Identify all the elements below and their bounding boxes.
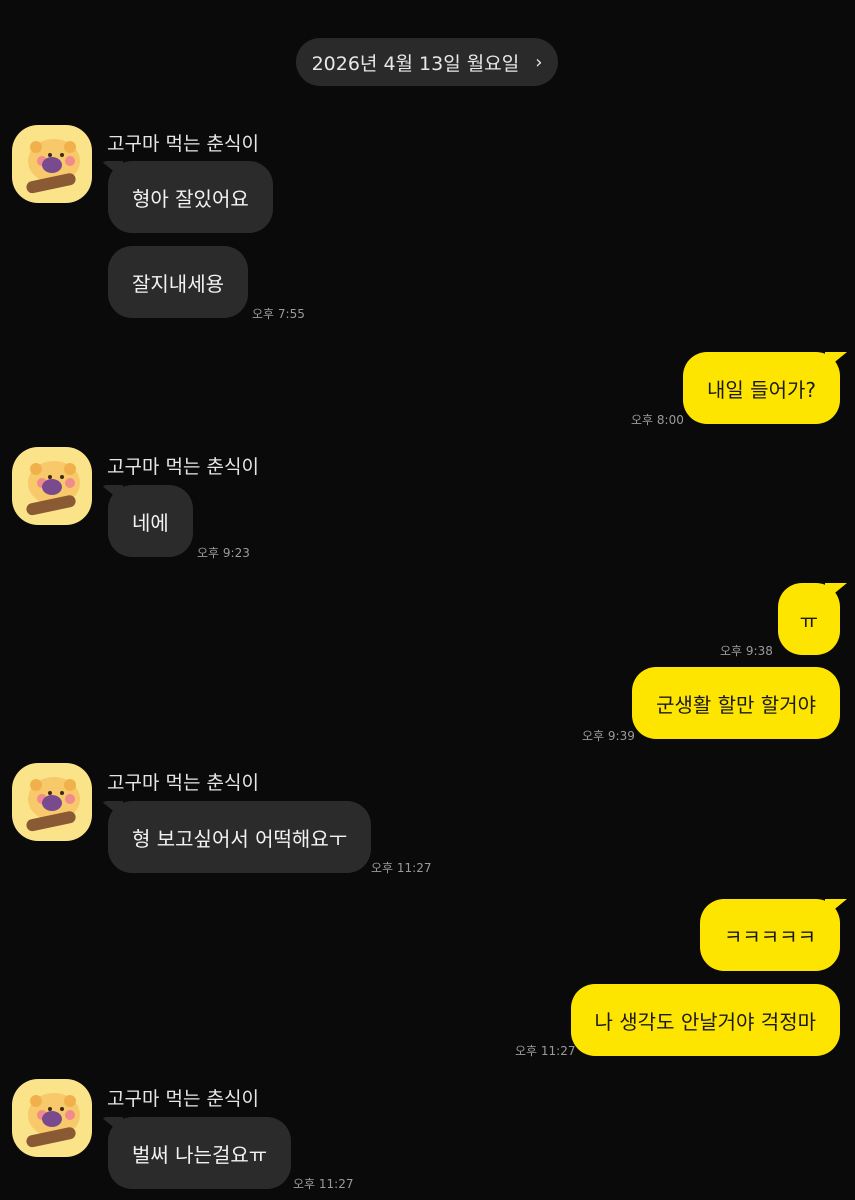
message-bubble-incoming[interactable]: 벌써 나는걸요ㅠ	[108, 1117, 292, 1189]
date-label: 2026년 4월 13일 월요일	[311, 52, 520, 75]
message-text: 네에	[132, 510, 169, 535]
message-time: 오후 7:55	[252, 307, 305, 321]
contact-name: 고구마 먹는 춘식이	[107, 1088, 259, 1110]
message-time: 오후 9:38	[720, 644, 773, 658]
contact-name: 고구마 먹는 춘식이	[107, 772, 259, 794]
chunsik-avatar-icon	[26, 1093, 80, 1148]
message-bubble-outgoing[interactable]: 군생활 할만 할거야	[632, 667, 840, 739]
message-text: 잘지내세용	[132, 271, 224, 296]
message-bubble-incoming[interactable]: 형아 잘있어요	[108, 161, 273, 233]
message-bubble-outgoing[interactable]: 나 생각도 안날거야 걱정마	[570, 984, 840, 1056]
chevron-right-icon: ›	[535, 51, 543, 73]
contact-avatar[interactable]	[12, 125, 92, 203]
message-text: 내일 들어가?	[707, 377, 816, 402]
message-bubble-incoming[interactable]: 네에	[108, 485, 193, 557]
message-bubble-outgoing[interactable]: ㅋㅋㅋㅋㅋ	[700, 899, 840, 971]
message-text: ㅠ	[799, 608, 818, 633]
message-text: 벌써 나는걸요ㅠ	[132, 1142, 268, 1167]
chunsik-avatar-icon	[26, 777, 80, 832]
message-text: 나 생각도 안날거야 걱정마	[594, 1009, 816, 1034]
message-text: 형아 잘있어요	[132, 186, 249, 211]
message-time: 오후 9:39	[582, 729, 635, 743]
message-time: 오후 11:27	[293, 1177, 354, 1191]
contact-name: 고구마 먹는 춘식이	[107, 133, 259, 155]
message-time: 오후 9:23	[197, 546, 250, 560]
message-bubble-incoming[interactable]: 형 보고싶어서 어떡해요ㅜ	[108, 801, 372, 873]
message-bubble-incoming[interactable]: 잘지내세용	[108, 246, 248, 318]
message-text: ㅋㅋㅋㅋㅋ	[724, 924, 816, 949]
message-text: 군생활 할만 할거야	[656, 692, 816, 717]
contact-name: 고구마 먹는 춘식이	[107, 456, 259, 478]
message-time: 오후 11:27	[371, 861, 432, 875]
date-header[interactable]: 2026년 4월 13일 월요일 ›	[296, 38, 558, 86]
chunsik-avatar-icon	[26, 461, 80, 516]
message-time: 오후 8:00	[631, 413, 684, 427]
message-time: 오후 11:27	[515, 1044, 576, 1058]
chunsik-avatar-icon	[26, 139, 80, 194]
message-bubble-outgoing[interactable]: ㅠ	[777, 583, 840, 655]
message-bubble-outgoing[interactable]: 내일 들어가?	[683, 352, 840, 424]
contact-avatar[interactable]	[12, 447, 92, 525]
contact-avatar[interactable]	[12, 763, 92, 841]
message-text: 형 보고싶어서 어떡해요ㅜ	[132, 826, 348, 851]
contact-avatar[interactable]	[12, 1079, 92, 1157]
